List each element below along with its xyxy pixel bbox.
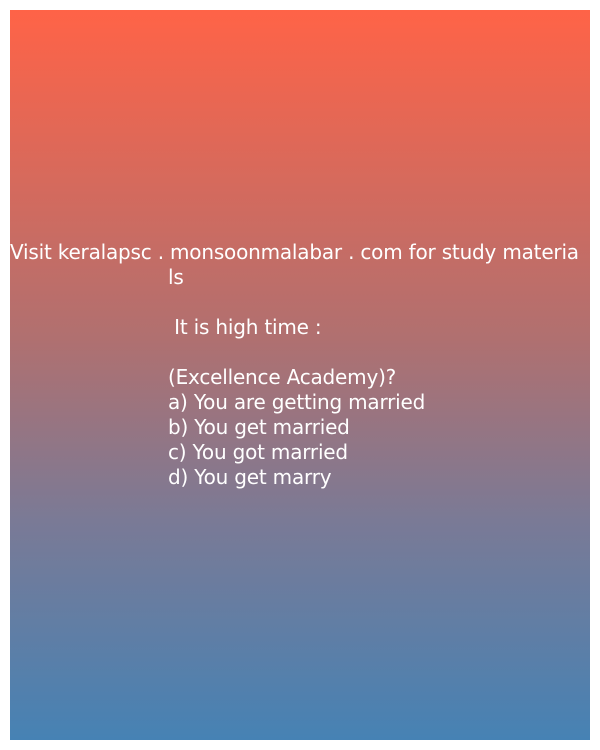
website-line-1: Visit keralapsc . monsoonmalabar . com f…: [10, 240, 579, 264]
question-card: Visit keralapsc . monsoonmalabar . com f…: [10, 10, 590, 740]
option-d: d) You get marry: [168, 465, 332, 489]
option-c: c) You got married: [168, 440, 348, 464]
option-a: a) You are getting married: [168, 390, 426, 414]
question-prompt: It is high time :: [168, 315, 322, 339]
website-line-2: ls: [168, 265, 184, 289]
question-source: (Excellence Academy)?: [168, 365, 397, 389]
question-text-block: Visit keralapsc . monsoonmalabar . com f…: [10, 240, 590, 490]
option-b: b) You get married: [168, 415, 350, 439]
